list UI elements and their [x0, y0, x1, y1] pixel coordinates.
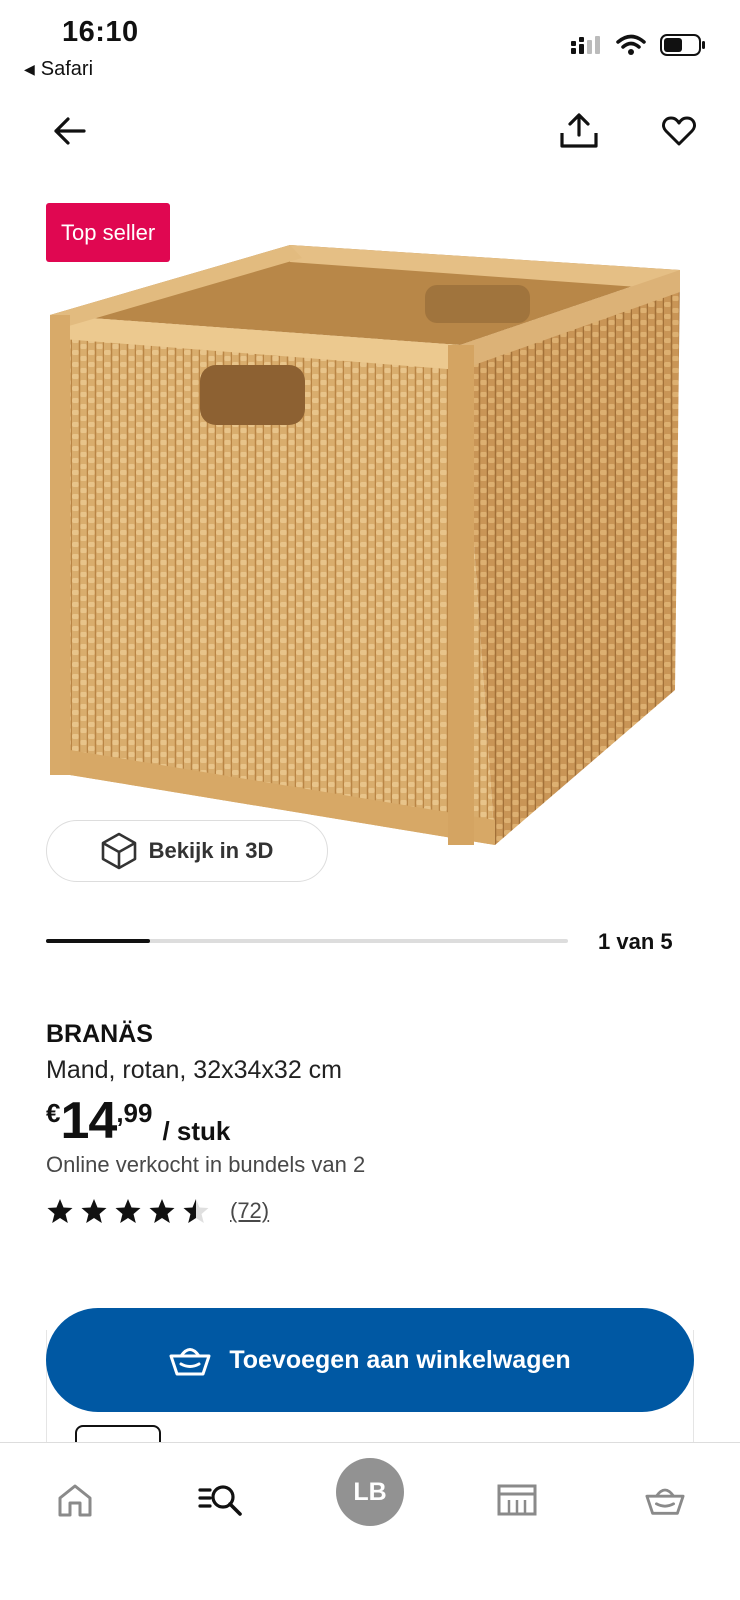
product-description: Mand, rotan, 32x34x32 cm	[46, 1056, 342, 1084]
cart-icon	[645, 1488, 685, 1515]
arrow-left-icon	[54, 117, 86, 145]
product-image[interactable]	[40, 230, 700, 870]
tab-home[interactable]	[40, 1465, 110, 1535]
star-icon	[81, 1199, 107, 1223]
profile-avatar[interactable]: LB	[336, 1458, 404, 1526]
battery-icon	[660, 34, 705, 56]
price-integer: 14	[60, 1092, 117, 1150]
price-decimals: ,99	[116, 1098, 153, 1128]
heart-icon	[662, 116, 696, 146]
star-icon	[149, 1199, 175, 1223]
back-to-safari[interactable]: ◀ Safari	[24, 58, 93, 81]
top-seller-badge: Top seller	[46, 203, 171, 262]
review-count-link[interactable]: (72)	[230, 1198, 269, 1224]
back-triangle-icon: ◀	[24, 61, 35, 77]
back-app-label: Safari	[40, 58, 94, 80]
top-nav	[0, 100, 740, 160]
back-button[interactable]	[46, 108, 92, 154]
cube-icon	[101, 832, 136, 870]
carousel-progress-fill	[46, 939, 151, 943]
star-icon	[47, 1199, 73, 1223]
favourite-button[interactable]	[656, 108, 702, 154]
tab-cart[interactable]	[630, 1465, 700, 1535]
store-icon	[497, 1484, 537, 1516]
search-list-icon	[198, 1485, 242, 1516]
view-3d-button[interactable]: Bekijk in 3D	[46, 820, 328, 882]
tab-store[interactable]	[482, 1465, 552, 1535]
status-bar: 16:10 ◀ Safari	[0, 0, 740, 92]
wifi-icon	[616, 34, 646, 55]
star-icon	[183, 1199, 209, 1223]
product-name: BRANÄS	[46, 1020, 153, 1048]
product-price: € 14 ,99 / stuk	[46, 1092, 230, 1150]
add-to-cart-button[interactable]: Toevoegen aan winkelwagen	[46, 1308, 694, 1412]
bundle-note: Online verkocht in bundels van 2	[46, 1152, 366, 1177]
rating-stars	[46, 1198, 210, 1224]
bottom-tab-bar: LB	[0, 1442, 740, 1600]
status-time: 16:10	[62, 16, 139, 48]
home-icon	[58, 1484, 92, 1517]
add-to-cart-label: Toevoegen aan winkelwagen	[229, 1345, 571, 1374]
star-icon	[115, 1199, 141, 1223]
carousel-progress	[46, 939, 568, 943]
cellular-signal-icon	[571, 36, 600, 54]
view-3d-label: Bekijk in 3D	[148, 838, 274, 863]
tab-search[interactable]	[186, 1465, 256, 1535]
share-button[interactable]	[556, 108, 602, 154]
price-currency: €	[46, 1098, 61, 1128]
status-icons	[570, 34, 706, 56]
cart-icon	[169, 1348, 211, 1376]
price-unit: / stuk	[162, 1116, 231, 1146]
carousel-counter: 1 van 5	[598, 929, 673, 954]
product-rating[interactable]: (72)	[46, 1198, 269, 1224]
share-icon	[560, 113, 598, 148]
